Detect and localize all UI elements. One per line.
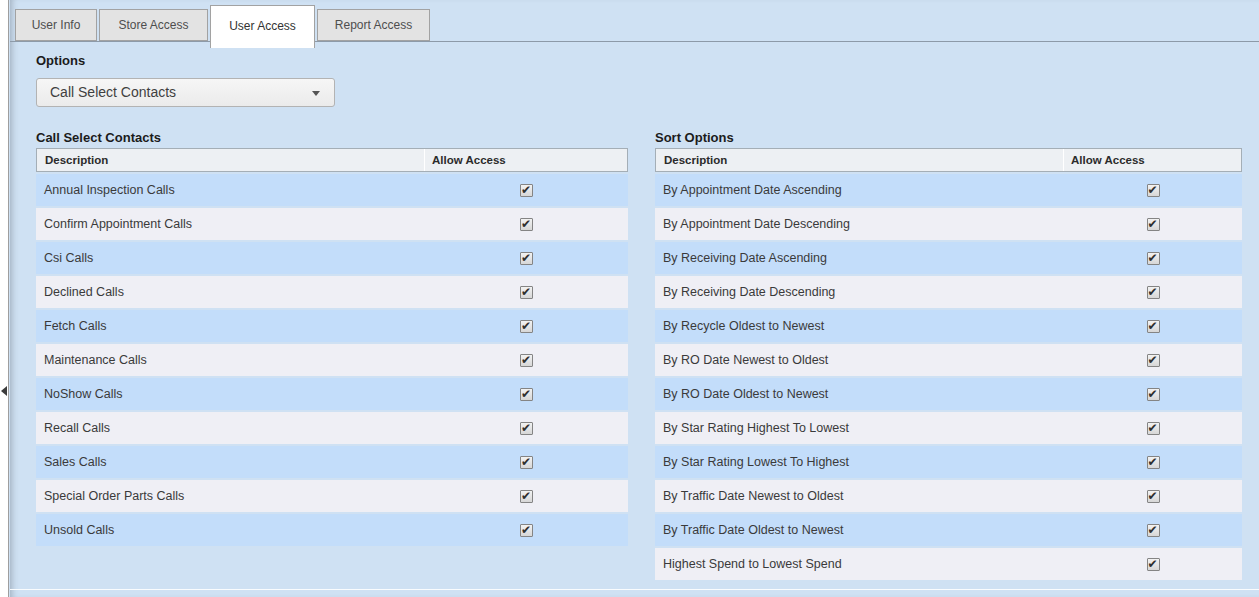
row-description: By Star Rating Highest To Lowest bbox=[655, 421, 1064, 435]
table-row: Declined Calls bbox=[36, 276, 628, 308]
right-table-title: Sort Options bbox=[655, 130, 734, 145]
allow-access-checkbox[interactable] bbox=[1147, 320, 1160, 333]
table-row: By Recycle Oldest to Newest bbox=[655, 310, 1242, 342]
column-header-description: Description bbox=[37, 154, 424, 166]
row-description: By Star Rating Lowest To Highest bbox=[655, 455, 1064, 469]
allow-access-checkbox[interactable] bbox=[1147, 524, 1160, 537]
row-description: Highest Spend to Lowest Spend bbox=[655, 557, 1064, 571]
options-dropdown[interactable]: Call Select Contacts bbox=[36, 78, 335, 107]
row-description: Special Order Parts Calls bbox=[36, 489, 425, 503]
table-row: Recall Calls bbox=[36, 412, 628, 444]
allow-access-checkbox[interactable] bbox=[520, 286, 533, 299]
row-description: By Traffic Date Newest to Oldest bbox=[655, 489, 1064, 503]
tab-report-access[interactable]: Report Access bbox=[317, 9, 430, 41]
row-description: Csi Calls bbox=[36, 251, 425, 265]
tab-strip-divider bbox=[10, 41, 1259, 42]
allow-access-checkbox[interactable] bbox=[520, 218, 533, 231]
allow-access-checkbox[interactable] bbox=[1147, 558, 1160, 571]
row-description: Fetch Calls bbox=[36, 319, 425, 333]
table-header: Description Allow Access bbox=[36, 148, 628, 172]
panel-bottom-edge bbox=[10, 589, 1259, 590]
allow-access-checkbox[interactable] bbox=[1147, 252, 1160, 265]
allow-access-checkbox[interactable] bbox=[1147, 218, 1160, 231]
options-dropdown-value: Call Select Contacts bbox=[50, 84, 176, 100]
row-description: By Receiving Date Ascending bbox=[655, 251, 1064, 265]
tab-user-access[interactable]: User Access bbox=[210, 5, 315, 48]
allow-access-checkbox[interactable] bbox=[520, 422, 533, 435]
table-row: Special Order Parts Calls bbox=[36, 480, 628, 512]
allow-access-checkbox[interactable] bbox=[520, 456, 533, 469]
allow-access-checkbox[interactable] bbox=[1147, 388, 1160, 401]
allow-access-checkbox[interactable] bbox=[520, 490, 533, 503]
table-row: By Star Rating Highest To Lowest bbox=[655, 412, 1242, 444]
row-description: By Traffic Date Oldest to Newest bbox=[655, 523, 1064, 537]
sort-options-table: Description Allow Access By Appointment … bbox=[655, 148, 1242, 582]
table-row: By Receiving Date Descending bbox=[655, 276, 1242, 308]
allow-access-checkbox[interactable] bbox=[520, 388, 533, 401]
table-row: Sales Calls bbox=[36, 446, 628, 478]
table-row: Csi Calls bbox=[36, 242, 628, 274]
table-row: By Appointment Date Ascending bbox=[655, 174, 1242, 206]
allow-access-checkbox[interactable] bbox=[1147, 286, 1160, 299]
allow-access-checkbox[interactable] bbox=[1147, 422, 1160, 435]
table-row: NoShow Calls bbox=[36, 378, 628, 410]
tab-store-access[interactable]: Store Access bbox=[99, 9, 208, 41]
row-description: Declined Calls bbox=[36, 285, 425, 299]
tab-user-info[interactable]: User Info bbox=[15, 9, 97, 41]
row-description: By RO Date Oldest to Newest bbox=[655, 387, 1064, 401]
row-description: Confirm Appointment Calls bbox=[36, 217, 425, 231]
options-label: Options bbox=[36, 53, 85, 68]
row-description: By Recycle Oldest to Newest bbox=[655, 319, 1064, 333]
table-header: Description Allow Access bbox=[655, 148, 1242, 172]
table-row: By Star Rating Lowest To Highest bbox=[655, 446, 1242, 478]
allow-access-checkbox[interactable] bbox=[520, 354, 533, 367]
table-row: Confirm Appointment Calls bbox=[36, 208, 628, 240]
row-description: Annual Inspection Calls bbox=[36, 183, 425, 197]
table-row: By RO Date Oldest to Newest bbox=[655, 378, 1242, 410]
column-header-allow-access: Allow Access bbox=[424, 149, 627, 171]
call-select-contacts-table: Description Allow Access Annual Inspecti… bbox=[36, 148, 628, 548]
allow-access-checkbox[interactable] bbox=[1147, 490, 1160, 503]
table-row: Unsold Calls bbox=[36, 514, 628, 546]
table-row: Highest Spend to Lowest Spend bbox=[655, 548, 1242, 580]
row-description: By Appointment Date Descending bbox=[655, 217, 1064, 231]
table-row: Maintenance Calls bbox=[36, 344, 628, 376]
left-table-title: Call Select Contacts bbox=[36, 130, 161, 145]
table-row: By Traffic Date Newest to Oldest bbox=[655, 480, 1242, 512]
user-access-panel: User Info Store Access User Access Repor… bbox=[10, 0, 1259, 597]
allow-access-checkbox[interactable] bbox=[1147, 456, 1160, 469]
table-row: By Traffic Date Oldest to Newest bbox=[655, 514, 1242, 546]
row-description: Recall Calls bbox=[36, 421, 425, 435]
row-description: NoShow Calls bbox=[36, 387, 425, 401]
column-header-allow-access: Allow Access bbox=[1063, 149, 1241, 171]
table-row: Annual Inspection Calls bbox=[36, 174, 628, 206]
column-header-description: Description bbox=[656, 154, 1063, 166]
row-description: By Receiving Date Descending bbox=[655, 285, 1064, 299]
row-description: Sales Calls bbox=[36, 455, 425, 469]
allow-access-checkbox[interactable] bbox=[520, 184, 533, 197]
table-row: Fetch Calls bbox=[36, 310, 628, 342]
allow-access-checkbox[interactable] bbox=[520, 320, 533, 333]
table-row: By Receiving Date Ascending bbox=[655, 242, 1242, 274]
allow-access-checkbox[interactable] bbox=[520, 524, 533, 537]
allow-access-checkbox[interactable] bbox=[1147, 184, 1160, 197]
splitter-strip[interactable] bbox=[0, 0, 9, 597]
row-description: By RO Date Newest to Oldest bbox=[655, 353, 1064, 367]
table-row: By Appointment Date Descending bbox=[655, 208, 1242, 240]
allow-access-checkbox[interactable] bbox=[520, 252, 533, 265]
row-description: Maintenance Calls bbox=[36, 353, 425, 367]
dropdown-caret-icon bbox=[312, 91, 320, 96]
row-description: By Appointment Date Ascending bbox=[655, 183, 1064, 197]
row-description: Unsold Calls bbox=[36, 523, 425, 537]
table-row: By RO Date Newest to Oldest bbox=[655, 344, 1242, 376]
allow-access-checkbox[interactable] bbox=[1147, 354, 1160, 367]
collapse-panel-arrow-icon[interactable] bbox=[1, 386, 7, 396]
